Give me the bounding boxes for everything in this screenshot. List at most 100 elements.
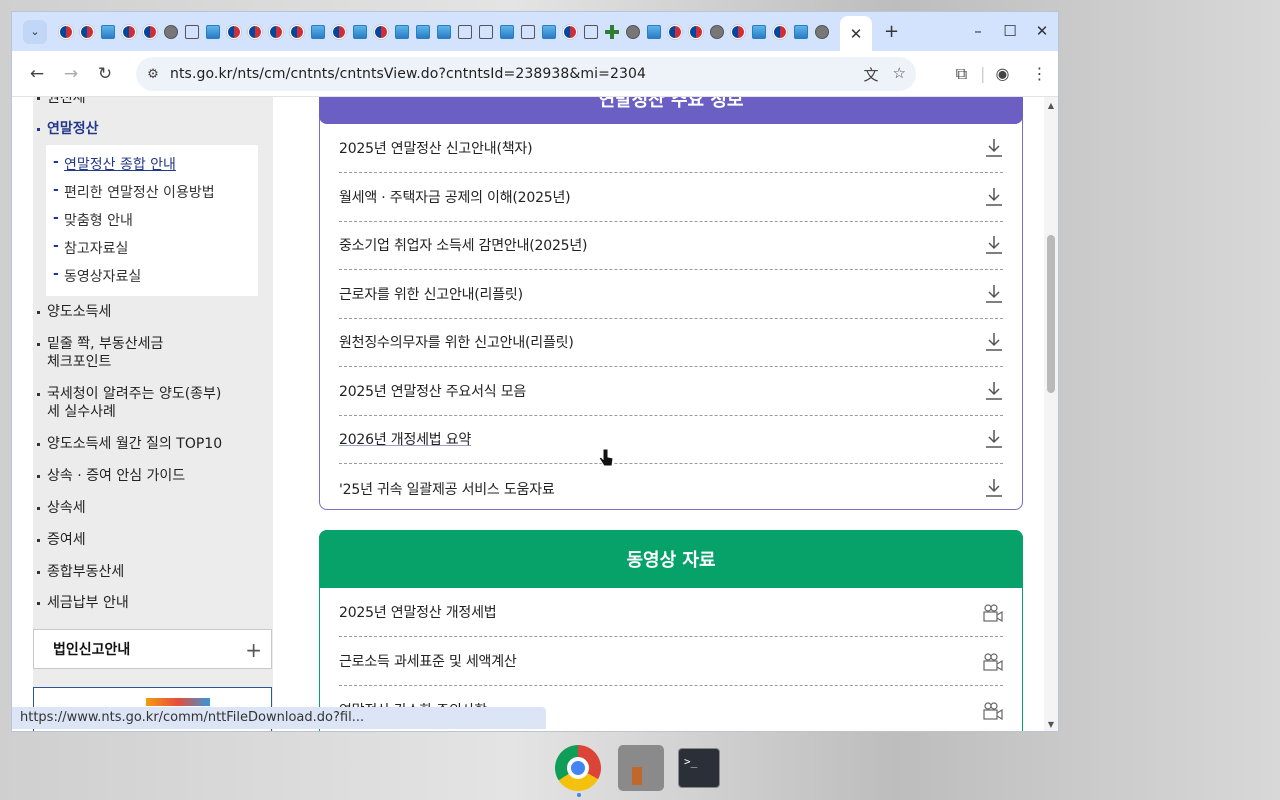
- bookmark-star-icon[interactable]: ☆: [893, 64, 906, 85]
- url-text[interactable]: nts.go.kr/nts/cm/cntnts/cntntsView.do?cn…: [170, 66, 646, 82]
- close-window-icon[interactable]: ✕: [1026, 22, 1058, 40]
- tab-favicon-site-icon[interactable]: [454, 24, 475, 40]
- tab-favicon-site-icon[interactable]: [790, 24, 811, 40]
- sidebar-item-year-end-settlement[interactable]: 연말정산: [37, 120, 99, 138]
- tab-favicon-gov-icon[interactable]: [223, 24, 244, 40]
- new-tab-button[interactable]: +: [884, 21, 899, 42]
- doc-row[interactable]: 2025년 연말정산 주요서식 모음: [339, 367, 1003, 416]
- tab-favicon-gov-icon[interactable]: [727, 24, 748, 40]
- sidebar-item-mistakes[interactable]: 국세청이 알려주는 양도(종부) 세 실수사례: [36, 385, 221, 421]
- tab-favicon-site-icon[interactable]: [433, 24, 454, 40]
- tab-favicon-globe-icon[interactable]: [811, 24, 832, 40]
- video-row[interactable]: 근로소득 과세표준 및 세액계산: [339, 637, 1003, 686]
- download-icon[interactable]: [985, 138, 1003, 158]
- tab-favicon-plus-icon[interactable]: [601, 24, 622, 40]
- tab-favicon-site-icon[interactable]: [412, 24, 433, 40]
- tab-favicon-gov-icon[interactable]: [118, 24, 139, 40]
- site-info-icon[interactable]: ⚙: [136, 67, 170, 82]
- maximize-icon[interactable]: ☐: [994, 22, 1026, 40]
- download-icon[interactable]: [985, 284, 1003, 304]
- doc-row[interactable]: 원천징수의무자를 위한 신고안내(리플릿): [339, 318, 1003, 367]
- tab-favicon-home-icon[interactable]: [580, 24, 601, 40]
- doc-row[interactable]: 2025년 연말정산 신고안내(책자): [339, 124, 1003, 173]
- menu-kebab-icon[interactable]: ⋮: [1021, 64, 1058, 83]
- sidebar-item-inheritance-tax[interactable]: 상속세: [37, 499, 86, 517]
- active-tab[interactable]: ✕: [840, 16, 872, 51]
- tab-favicon-gov-icon[interactable]: [370, 24, 391, 40]
- video-camera-icon[interactable]: [983, 702, 1003, 720]
- tab-favicon-globe-icon[interactable]: [706, 24, 727, 40]
- tab-favicon-site-icon[interactable]: [181, 24, 202, 40]
- tab-favicon-gov-icon[interactable]: [55, 24, 76, 40]
- minimize-icon[interactable]: –: [962, 22, 994, 40]
- tab-favicon-site-icon[interactable]: [97, 24, 118, 40]
- doc-row[interactable]: '25년 귀속 일괄제공 서비스 도움자료: [339, 464, 1003, 513]
- download-icon[interactable]: [985, 235, 1003, 255]
- sidebar-item-top10[interactable]: 양도소득세 월간 질의 TOP10: [36, 435, 222, 453]
- tab-favicon-site-icon[interactable]: [538, 24, 559, 40]
- submenu-item-overview[interactable]: 연말정산 종합 안내: [53, 154, 176, 174]
- sidebar-item-real-estate[interactable]: 밑줄 쫙, 부동산세금 체크포인트: [36, 335, 163, 371]
- forward-icon[interactable]: →: [54, 64, 88, 84]
- video-camera-icon[interactable]: [983, 604, 1003, 622]
- download-icon[interactable]: [985, 187, 1003, 207]
- accordion-corporate-filing[interactable]: 법인신고안내 +: [33, 629, 272, 669]
- submenu-item-how-to-use[interactable]: 편리한 연말정산 이용방법: [53, 182, 215, 202]
- tab-favicon-gov-icon[interactable]: [244, 24, 265, 40]
- sidebar-item-payment[interactable]: 세금납부 안내: [37, 594, 129, 612]
- sidebar-item-withholding[interactable]: 원천세: [37, 97, 86, 107]
- scroll-down-icon[interactable]: ▼: [1044, 720, 1058, 729]
- tab-favicon-site-icon[interactable]: [748, 24, 769, 40]
- tab-favicon-gov-icon[interactable]: [328, 24, 349, 40]
- video-row[interactable]: 2025년 연말정산 개정세법: [339, 588, 1003, 637]
- tab-favicon-gov-icon[interactable]: [265, 24, 286, 40]
- plus-icon[interactable]: +: [245, 638, 262, 662]
- tab-favicon-site-icon[interactable]: [517, 24, 538, 40]
- terminal-app-icon[interactable]: >_: [678, 748, 720, 788]
- doc-row[interactable]: 중소기업 취업자 소득세 감면안내(2025년): [339, 221, 1003, 270]
- tab-favicon-site-icon[interactable]: [475, 24, 496, 40]
- submenu-item-videos[interactable]: 동영상자료실: [53, 266, 141, 286]
- reload-icon[interactable]: ↻: [88, 64, 122, 84]
- video-camera-icon[interactable]: [983, 653, 1003, 671]
- scroll-up-icon[interactable]: ▲: [1044, 101, 1058, 110]
- tab-favicon-gov-icon[interactable]: [685, 24, 706, 40]
- doc-row[interactable]: 근로자를 위한 신고안내(리플릿): [339, 270, 1003, 319]
- profile-icon[interactable]: ◉: [984, 64, 1021, 83]
- tab-favicon-site-icon[interactable]: [307, 24, 328, 40]
- translate-icon[interactable]: 文: [864, 64, 879, 85]
- tab-favicon-gov-icon[interactable]: [286, 24, 307, 40]
- back-icon[interactable]: ←: [20, 64, 54, 84]
- doc-row[interactable]: 월세액 · 주택자금 공제의 이해(2025년): [339, 173, 1003, 222]
- chrome-app-icon[interactable]: [555, 745, 601, 791]
- tab-favicon-gov-icon[interactable]: [139, 24, 160, 40]
- download-icon[interactable]: [985, 381, 1003, 401]
- page-scrollbar[interactable]: ▲ ▼: [1044, 97, 1058, 731]
- doc-row[interactable]: 2026년 개정세법 요약: [339, 415, 1003, 464]
- sidebar-item-capital-gains[interactable]: 양도소득세: [36, 303, 111, 321]
- download-icon[interactable]: [985, 429, 1003, 449]
- scroll-thumb[interactable]: [1047, 235, 1055, 393]
- sidebar-item-property-tax[interactable]: 종합부동산세: [36, 563, 124, 581]
- sidebar-item-gift-tax[interactable]: 증여세: [37, 531, 86, 549]
- tab-favicon-site-icon[interactable]: [202, 24, 223, 40]
- tool-app-icon[interactable]: [618, 745, 664, 791]
- tab-favicon-site-icon[interactable]: [643, 24, 664, 40]
- tab-favicon-site-icon[interactable]: [496, 24, 517, 40]
- tab-search-icon[interactable]: ⌄: [23, 19, 47, 44]
- address-bar[interactable]: ⚙ nts.go.kr/nts/cm/cntnts/cntntsView.do?…: [136, 57, 916, 91]
- tab-favicon-globe-icon[interactable]: [160, 24, 181, 40]
- submenu-item-reference[interactable]: 참고자료실: [53, 238, 128, 258]
- close-tab-icon[interactable]: ✕: [850, 25, 863, 43]
- submenu-item-custom-guide[interactable]: 맞춤형 안내: [53, 210, 133, 230]
- tab-favicon-gov-icon[interactable]: [559, 24, 580, 40]
- tab-favicon-site-icon[interactable]: [391, 24, 412, 40]
- download-icon[interactable]: [985, 332, 1003, 352]
- tab-favicon-gov-icon[interactable]: [769, 24, 790, 40]
- extensions-icon[interactable]: ⧉: [943, 64, 980, 84]
- sidebar-item-inheritance-guide[interactable]: 상속 · 증여 안심 가이드: [36, 467, 185, 485]
- tab-favicon-gov-icon[interactable]: [76, 24, 97, 40]
- download-icon[interactable]: [985, 478, 1003, 498]
- tab-favicon-site-icon[interactable]: [349, 24, 370, 40]
- tab-favicon-globe-icon[interactable]: [622, 24, 643, 40]
